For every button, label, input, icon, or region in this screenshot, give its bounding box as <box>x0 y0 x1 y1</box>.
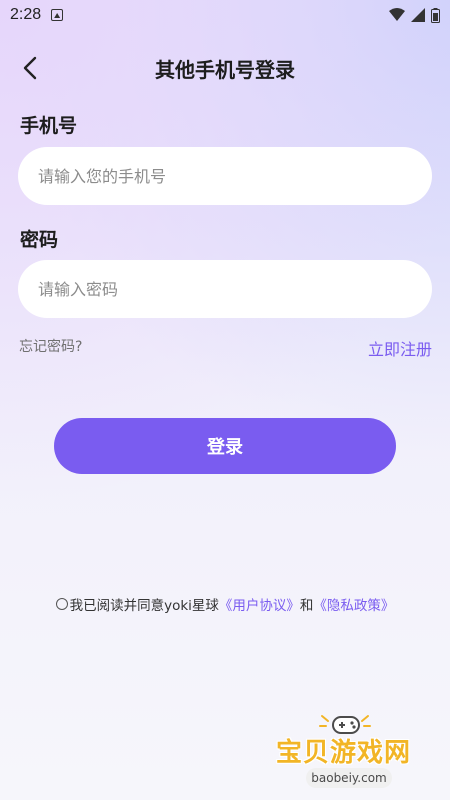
watermark-title: 宝贝游戏网 <box>276 738 412 768</box>
agreement-and: 和 <box>299 598 314 614</box>
agreement-row: 我已阅读并同意yoki星球 《用户协议》 和 《隐私政策》 <box>0 594 450 614</box>
agreement-text: 我已阅读并同意yoki星球 <box>69 598 219 614</box>
battery-icon <box>431 7 440 23</box>
forgot-password-link[interactable]: 忘记密码? <box>19 336 82 356</box>
login-button[interactable]: 登录 <box>54 418 396 474</box>
status-icons <box>389 7 440 23</box>
agree-checkbox[interactable] <box>55 598 68 610</box>
register-link[interactable]: 立即注册 <box>368 336 432 360</box>
status-time: 2:28 <box>10 6 42 23</box>
watermark-url: baobeiy.com <box>306 768 392 788</box>
page-title: 其他手机号登录 <box>155 58 295 82</box>
header: 其他手机号登录 <box>0 48 450 88</box>
user-agreement-link[interactable]: 《用户协议》 <box>219 594 300 614</box>
watermark-logo: 宝贝游戏网 baobeiy.com <box>272 712 442 794</box>
wifi-icon <box>389 8 405 21</box>
signal-icon <box>411 8 425 22</box>
phone-input[interactable] <box>18 147 432 205</box>
notification-icon <box>51 9 64 21</box>
phone-label: 手机号 <box>20 115 78 137</box>
password-label: 密码 <box>20 229 59 251</box>
password-input[interactable] <box>18 260 432 318</box>
status-bar: 2:28 <box>0 0 450 30</box>
privacy-policy-link[interactable]: 《隐私政策》 <box>313 594 394 614</box>
